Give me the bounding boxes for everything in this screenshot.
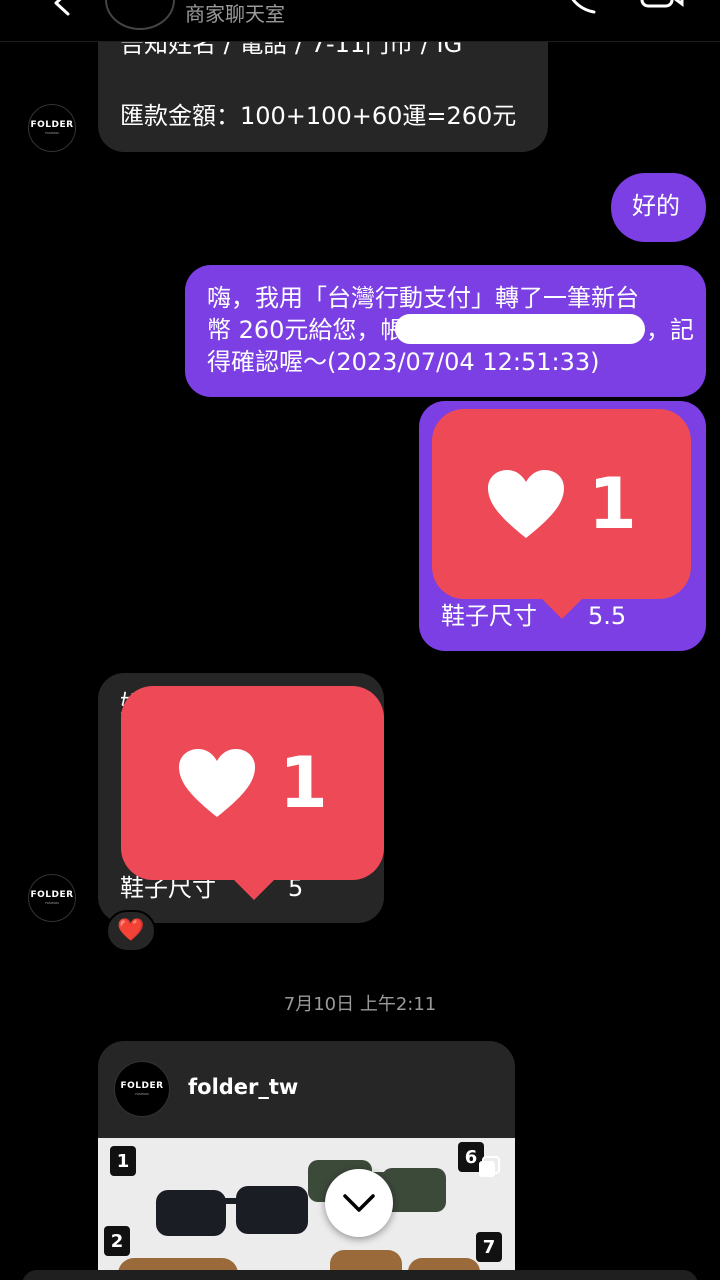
sunglasses-image [118,1160,480,1280]
heart-reaction-icon: ❤️ [117,918,145,943]
avatar-logo-text: FOLDER [120,1081,164,1091]
carousel-index-badge: 7 [476,1232,502,1262]
carousel-index-badge: 1 [110,1146,136,1176]
avatar-logo-text: FOLDER [30,120,74,130]
heart-icon [488,470,565,538]
video-call-icon[interactable] [640,0,684,14]
timestamp: 7月10日 上午2:11 [283,994,437,1015]
message-text: 匯款金額：100+100+60運=260元 [120,102,517,130]
chat-subtitle: 商家聊天室 [185,2,285,26]
post-author-avatar[interactable]: FOLDER FASHION [114,1061,170,1117]
like-count: 1 [279,742,328,824]
reaction-chip[interactable]: ❤️ [106,910,156,952]
header-avatar[interactable] [105,0,175,30]
phone-icon[interactable] [562,0,602,14]
avatar-logo-sub: FASHION [45,131,59,135]
message-text: 得確認喔～(2023/07/04 12:51:33) [207,348,600,376]
like-count: 1 [588,463,637,545]
carousel-index-badge: 2 [104,1226,130,1256]
message-text: ，記 [646,316,694,344]
message-text: 好的 [632,192,680,220]
avatar-logo-text: FOLDER [30,890,74,900]
avatar-logo-sub: FASHION [135,1092,149,1096]
message-text: 5.5 [588,602,627,630]
like-overlay: 1 [121,686,384,880]
back-arrow-icon[interactable] [48,0,74,16]
like-overlay-pointer [540,597,584,619]
avatar-logo-sub: FASHION [45,901,59,905]
sender-avatar[interactable]: FOLDER FASHION [28,104,76,152]
like-overlay-pointer [232,878,276,900]
post-image[interactable]: 1 2 6 7 [98,1138,515,1280]
chevron-down-icon [343,1194,375,1212]
heart-icon [179,749,256,817]
shared-post-card[interactable]: FOLDER FASHION folder_tw 1 2 6 7 [98,1041,515,1280]
multi-photo-icon [479,1156,500,1177]
post-username[interactable]: folder_tw [188,1075,298,1099]
message-text: 嗨，我用「台灣行動支付」轉了一筆新台 [207,284,639,312]
chat-header: 商家聊天室 [0,0,720,42]
message-input-bar[interactable] [22,1270,698,1280]
scroll-down-button[interactable] [325,1169,393,1237]
message-text: 鞋子尺寸 [441,602,537,630]
sender-avatar[interactable]: FOLDER FASHION [28,874,76,922]
like-overlay: 1 [432,409,691,599]
redaction-mark [395,314,645,344]
message-text: 幣 260元給您，帳 [207,316,405,344]
